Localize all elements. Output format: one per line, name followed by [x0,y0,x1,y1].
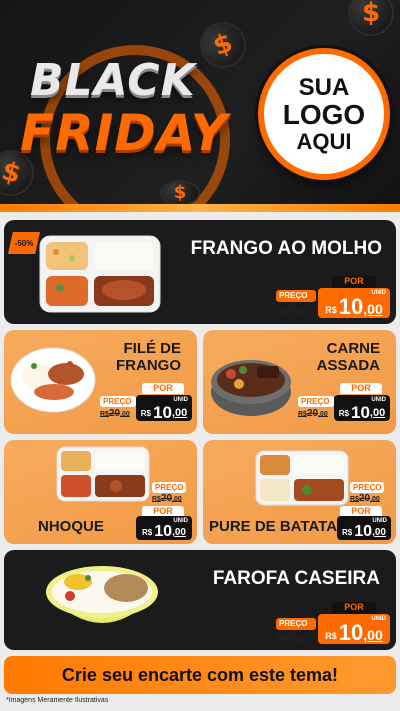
logo-text-line1: SUA [298,74,350,102]
product-card-file-de-frango[interactable]: FILÉ DE FRANGO POR PREÇO R$20,00 UNID R$ … [4,330,197,434]
old-price: R$20,00 [276,631,307,643]
coin-icon: $ [193,15,253,75]
cta-banner[interactable]: Crie seu encarte com este tema! [4,656,396,694]
new-price: UNID R$ 10 ,00 [136,395,192,421]
preco-label: PREÇO [276,290,316,302]
old-price: R$20,00 [152,493,182,504]
por-label: POR [142,383,184,394]
bowl-icon [46,566,158,623]
old-price: R$20,00 [100,408,130,419]
preco-label: PREÇO [298,396,334,407]
title-black: BLACK [30,55,196,106]
product-card-frango-ao-molho[interactable]: FRANGO AO MOLHO POR PREÇO R$20,00 UNID R… [4,220,396,324]
bowl-icon [211,360,291,416]
new-price: UNID R$ 10 ,00 [337,516,391,540]
preco-label: PREÇO [350,482,384,493]
preco-label: PREÇO [100,396,136,407]
new-price: UNID R$ 10 ,00 [318,614,390,644]
por-label: POR [340,383,382,394]
por-label: POR [332,602,376,614]
meal-tray-icon [255,450,349,506]
product-card-nhoque[interactable]: PREÇO R$20,00 POR UNID R$ 10 ,00 NHOQUE [4,440,197,544]
hero-banner: $ $ $ $ BLACK FRIDAY SUA LOGO AQUI [0,0,400,212]
coin-icon: $ [160,180,200,206]
dish-name: FAROFA CASEIRA [212,568,380,589]
discount-badge: -50% [8,232,40,254]
dish-name: FRANGO AO MOLHO [190,238,382,259]
new-price: UNID R$ 10 ,00 [334,395,390,421]
dish-name: CARNE ASSADA [316,340,380,375]
logo-text-line3: AQUI [296,128,352,154]
new-price: UNID R$ 10 ,00 [318,288,390,318]
preco-label: PREÇO [276,618,316,630]
logo-placeholder: SUA LOGO AQUI [258,48,390,180]
dish-name: PURE DE BATATA [209,518,338,535]
product-card-carne-assada[interactable]: CARNE ASSADA POR PREÇO R$20,00 UNID R$ 10… [203,330,396,434]
new-price: UNID R$ 10 ,00 [136,516,192,540]
meal-tray-icon [56,446,150,502]
meal-tray-icon [39,235,161,313]
dish-name: NHOQUE [38,518,104,535]
logo-text-line2: LOGO [282,99,366,131]
por-label: POR [332,276,376,288]
preco-label: PREÇO [152,482,186,493]
product-card-pure-de-batata[interactable]: PREÇO R$20,00 POR UNID R$ 10 ,00 PURE DE… [203,440,396,544]
product-card-farofa-caseira[interactable]: FAROFA CASEIRA POR PREÇO R$20,00 UNID R$… [4,550,396,650]
old-price: R$20,00 [298,408,328,419]
plate-icon [10,347,96,413]
disclaimer-text: *Imagens Meramente Ilustrativas [6,697,109,704]
title-friday: FRIDAY [20,104,228,162]
dish-name: FILÉ DE FRANGO [116,340,181,375]
old-price: R$20,00 [350,493,380,504]
old-price: R$20,00 [276,304,307,316]
coin-icon: $ [348,0,394,36]
